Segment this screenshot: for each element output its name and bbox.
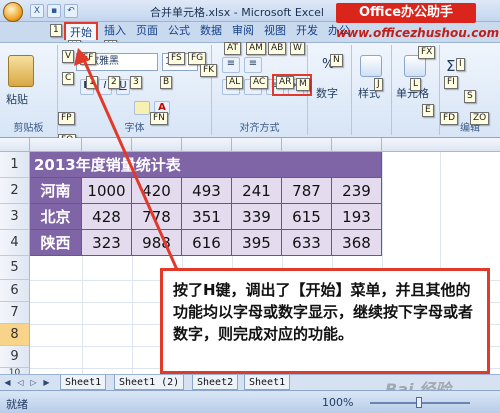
prev-sheet-icon[interactable]: ◁ <box>15 377 26 388</box>
last-sheet-icon[interactable]: ▶ <box>41 377 52 388</box>
sheet-tab[interactable]: Sheet2 <box>192 375 239 390</box>
status-ready: 就绪 <box>6 398 28 411</box>
sheet-tab[interactable]: Sheet1 <box>244 375 291 390</box>
zoom-slider-thumb[interactable] <box>416 397 422 408</box>
sheet-tab[interactable]: Sheet1 (2) <box>114 375 185 390</box>
zoom-level[interactable]: 100% <box>322 396 353 409</box>
next-sheet-icon[interactable]: ▷ <box>28 377 39 388</box>
sheet-nav: ◀ ◁ ▷ ▶ <box>2 377 52 388</box>
sheet-tab[interactable]: Sheet1 <box>60 375 107 390</box>
instruction-callout: 按了H键，调出了【开始】菜单，并且其他的功能均以字母或数字显示，继续按下字母或者… <box>160 268 490 374</box>
status-bar: 就绪 100% <box>0 390 500 413</box>
first-sheet-icon[interactable]: ◀ <box>2 377 13 388</box>
